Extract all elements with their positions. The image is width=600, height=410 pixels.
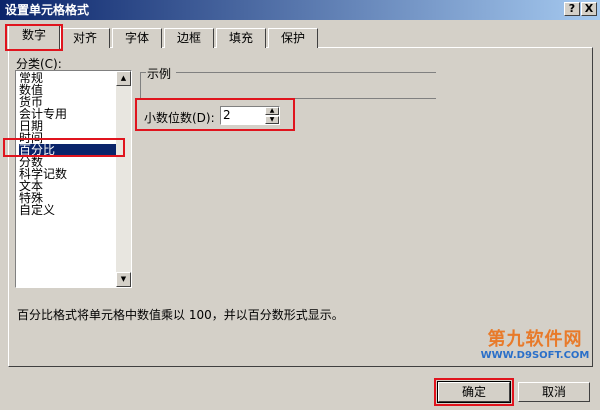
decimal-places-label: 小数位数(D): bbox=[144, 111, 215, 125]
spin-down-icon[interactable]: ▼ bbox=[265, 116, 279, 124]
tab-fill[interactable]: 填充 bbox=[216, 28, 266, 48]
decimal-places-spinner[interactable]: ▲ ▼ bbox=[265, 107, 279, 124]
watermark-title: 第九软件网 bbox=[487, 329, 583, 350]
site-watermark: 第九软件网 WWW.D9SOFT.COM bbox=[480, 329, 590, 362]
scroll-up-icon[interactable]: ▲ bbox=[116, 71, 131, 86]
sample-label: 示例 bbox=[147, 67, 172, 81]
tab-number[interactable]: 数字 bbox=[8, 25, 60, 49]
tab-alignment[interactable]: 对齐 bbox=[60, 28, 110, 48]
category-list[interactable]: 常规 数值 货币 会计专用 日期 时间 百分比 分数 科学记数 文本 特殊 自定… bbox=[15, 70, 132, 288]
help-button[interactable]: ? bbox=[564, 2, 580, 16]
scroll-down-icon[interactable]: ▼ bbox=[116, 272, 131, 287]
tab-font[interactable]: 字体 bbox=[112, 28, 162, 48]
list-item[interactable]: 自定义 bbox=[19, 204, 55, 216]
format-description: 百分比格式将单元格中数值乘以 100，并以百分数形式显示。 bbox=[17, 308, 344, 322]
list-scrollbar[interactable]: ▲ ▼ bbox=[116, 71, 131, 287]
cancel-button[interactable]: 取消 bbox=[518, 382, 590, 402]
ok-button[interactable]: 确定 bbox=[437, 381, 511, 403]
tab-protection[interactable]: 保护 bbox=[268, 28, 318, 48]
sample-group-border bbox=[176, 72, 436, 73]
spin-up-icon[interactable]: ▲ bbox=[265, 107, 279, 115]
title-bar: 设置单元格格式 ? X bbox=[0, 0, 600, 20]
sample-group-border bbox=[140, 73, 142, 98]
close-button[interactable]: X bbox=[581, 2, 597, 16]
sample-group-border bbox=[147, 98, 436, 99]
tab-border[interactable]: 边框 bbox=[164, 28, 214, 48]
watermark-url: WWW.D9SOFT.COM bbox=[480, 350, 590, 361]
dialog-title: 设置单元格格式 bbox=[5, 3, 90, 17]
